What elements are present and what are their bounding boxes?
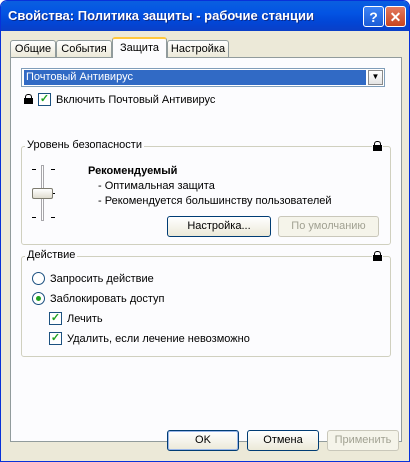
- enable-component-checkbox[interactable]: ✓: [38, 93, 51, 106]
- level-settings-button[interactable]: Настройка...: [167, 216, 271, 237]
- lock-icon[interactable]: [372, 141, 383, 152]
- radio-ask-action-label[interactable]: Запросить действие: [50, 273, 154, 285]
- security-level-title: Уровень безопасности: [25, 139, 144, 151]
- delete-label[interactable]: Удалить, если лечение невозможно: [67, 333, 250, 345]
- disinfect-checkbox[interactable]: ✓: [49, 312, 62, 325]
- action-group: Действие Запросить действие Заблокироват…: [21, 249, 391, 357]
- slider-tick: [32, 169, 36, 170]
- component-select[interactable]: Почтовый Антивирус ▼: [21, 68, 385, 87]
- delete-checkbox[interactable]: ✓: [49, 332, 62, 345]
- slider-thumb[interactable]: [32, 188, 53, 199]
- window-title: Свойства: Политика защиты - рабочие стан…: [8, 8, 315, 23]
- disinfect-label[interactable]: Лечить: [67, 313, 103, 325]
- lock-icon[interactable]: [372, 251, 383, 262]
- radio-ask-action[interactable]: [32, 272, 45, 285]
- dialog-client-area: Общие События Защита Настройка Почтовый …: [4, 31, 406, 459]
- properties-window: Свойства: Политика защиты - рабочие стан…: [0, 0, 410, 462]
- ok-button[interactable]: OK: [167, 430, 239, 451]
- level-default-button[interactable]: По умолчанию: [278, 216, 379, 237]
- close-button[interactable]: ✕: [385, 6, 406, 27]
- tab-page-protection: Почтовый Антивирус ▼ ✓ Включить Почтовый…: [10, 57, 402, 442]
- tab-settings[interactable]: Настройка: [167, 40, 229, 57]
- slider-tick: [51, 217, 55, 218]
- security-level-name: Рекомендуемый: [88, 165, 178, 177]
- slider-tick: [51, 169, 55, 170]
- cancel-button[interactable]: Отмена: [247, 430, 319, 451]
- security-level-desc-1: - Оптимальная защита: [98, 180, 215, 192]
- enable-component-label[interactable]: Включить Почтовый Антивирус: [56, 94, 215, 106]
- component-select-value: Почтовый Антивирус: [24, 70, 366, 85]
- tab-events[interactable]: События: [56, 40, 112, 57]
- help-button[interactable]: ?: [363, 6, 384, 27]
- security-level-desc-2: - Рекомендуется большинству пользователе…: [98, 195, 332, 207]
- tab-protection[interactable]: Защита: [112, 37, 167, 58]
- chevron-down-icon[interactable]: ▼: [368, 70, 383, 85]
- radio-block-access[interactable]: [32, 292, 45, 305]
- apply-button[interactable]: Применить: [327, 430, 399, 451]
- slider-tick: [32, 217, 36, 218]
- title-bar[interactable]: Свойства: Политика защиты - рабочие стан…: [1, 1, 409, 31]
- tab-general[interactable]: Общие: [10, 40, 56, 57]
- lock-icon[interactable]: [23, 94, 34, 105]
- security-level-group: Уровень безопасности Рекомендуемый - Опт…: [21, 139, 391, 245]
- radio-block-access-label[interactable]: Заблокировать доступ: [50, 293, 165, 305]
- action-title: Действие: [25, 249, 78, 261]
